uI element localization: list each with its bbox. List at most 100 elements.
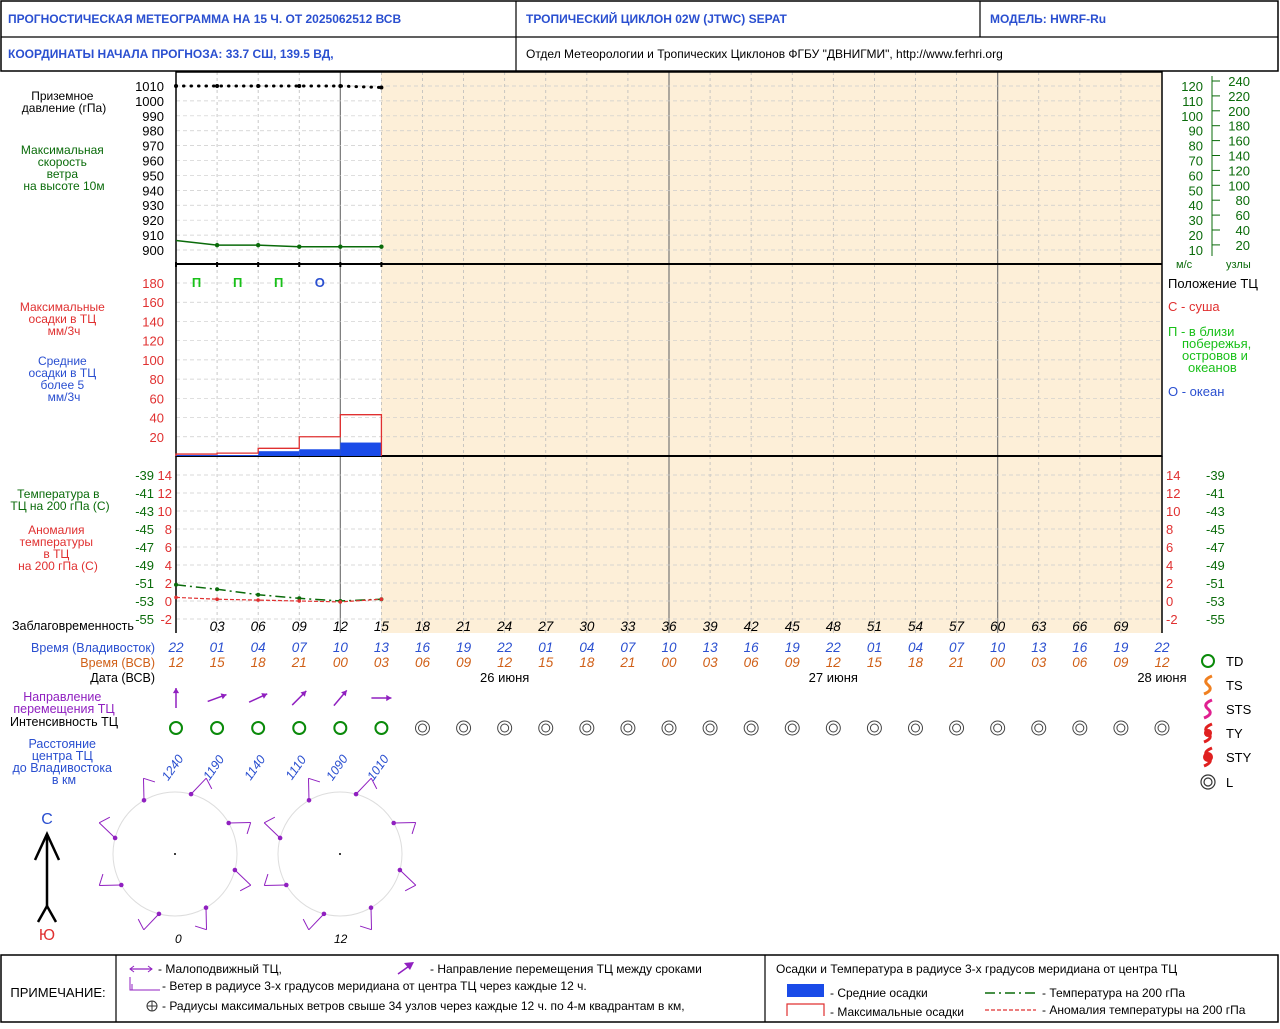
start-coords: КООРДИНАТЫ НАЧАЛА ПРОГНОЗА: 33.7 СШ, 139… (8, 47, 334, 61)
utc-time: 00 (661, 655, 677, 670)
date-value: 28 июня (1137, 670, 1186, 685)
distance-value: 1010 (364, 752, 391, 783)
intensity-td-icon (210, 721, 225, 735)
lead-value: 03 (210, 619, 226, 634)
anom-point (379, 597, 384, 601)
distance-value: 1090 (323, 752, 350, 783)
intensity-legend: TD TS STS TY STY L (1200, 654, 1252, 790)
wind-line (175, 239, 382, 248)
utc-time: 21 (948, 655, 964, 670)
intensity-l-icon (743, 720, 759, 736)
pressure-tick: 910 (142, 228, 164, 243)
data-layer (174, 84, 384, 604)
temp-point (174, 582, 178, 587)
wind-barb-icon (264, 884, 287, 887)
forecast-background (381, 72, 1162, 633)
wind-kt-tick: 160 (1228, 134, 1250, 149)
wind-point (379, 244, 384, 249)
intensity-l-icon (414, 720, 430, 736)
position-legend-ocean: О - океан (1168, 384, 1224, 399)
anom-tick-left: 8 (165, 522, 172, 537)
vlad-time: 13 (1031, 640, 1047, 655)
vlad-time: 16 (415, 640, 431, 655)
pressure-point (256, 84, 261, 88)
temp-tick-left: -39 (135, 468, 154, 483)
vlad-time: 10 (661, 640, 677, 655)
wind-barb-icon (393, 821, 416, 824)
vlad-time: 01 (867, 640, 882, 655)
utc-time: 15 (538, 655, 554, 670)
pressure-tick: 990 (142, 109, 164, 124)
position-code: О (315, 275, 325, 290)
max-precip-swatch-icon (786, 1003, 825, 1016)
anom-tick-right: 4 (1166, 558, 1173, 573)
utc-time: 12 (168, 655, 184, 670)
lead-value: 27 (537, 619, 554, 634)
cyclone-name: ТРОПИЧЕСКИЙ ЦИКЛОН 02W (JTWC) SEPAT (526, 11, 787, 26)
anom-point (215, 597, 219, 601)
pressure-ticks: 10101000990980970960950940930920910900 (135, 79, 164, 258)
wind-kt-tick: 40 (1236, 223, 1250, 238)
wind-kt-tick: 120 (1228, 163, 1250, 178)
wind-barb-icon (228, 821, 251, 824)
lead-label: Заблаговременность (12, 619, 134, 633)
wind-ms-tick: 120 (1181, 79, 1203, 94)
wind-ms-tick: 30 (1189, 213, 1203, 228)
track-rows: 1240 1190 1140 1110 1090 1010 (159, 688, 1170, 783)
legend-ty: TY (1226, 726, 1243, 741)
anom-tick-right: 12 (1166, 486, 1180, 501)
utc-time: 06 (1072, 655, 1088, 670)
pressure-point (174, 84, 178, 88)
lead-value: 15 (374, 619, 390, 634)
temp-tick-left: -47 (135, 540, 154, 555)
wind-barb-icon (205, 907, 208, 930)
precip-tick: 100 (142, 353, 164, 368)
footer-leg-mean: - Средние осадки (830, 986, 928, 1000)
footer-left-legend: - Малоподвижный ТЦ, - Направление переме… (129, 962, 702, 1013)
footer-leg-temp: - Температура на 200 гПа (1042, 986, 1185, 1000)
anom-tick-left: -2 (160, 612, 172, 627)
lead-value: 18 (415, 619, 431, 634)
wind-ms-tick: 10 (1189, 243, 1203, 258)
temp-label: Температура в ТЦ на 200 гПа (С) (10, 487, 109, 513)
date-value: 26 июня (480, 670, 529, 685)
lead-value: 30 (579, 619, 595, 634)
position-code: П (192, 275, 201, 290)
lead-value: 57 (949, 619, 965, 634)
utc-time: 12 (826, 655, 842, 670)
rose-label-0: 0 (175, 932, 182, 946)
lead-value: 48 (826, 619, 842, 634)
precip-tick: 160 (142, 295, 164, 310)
wind-barb-icon (307, 778, 310, 801)
footer-leg-anom: - Аномалия температуры на 200 гПа (1042, 1003, 1246, 1017)
temp-tick-left: -43 (135, 504, 154, 519)
temp-tick-left: -51 (135, 576, 154, 591)
legend-ts: TS (1226, 678, 1243, 693)
precip-tick: 180 (142, 276, 164, 291)
intensity-td-icon (292, 721, 307, 735)
wind-roses (98, 777, 417, 931)
wind-kt-tick: 80 (1236, 193, 1250, 208)
utc-time: 18 (251, 655, 267, 670)
wind-barb-icon (263, 822, 281, 839)
position-code: П (233, 275, 242, 290)
sty-core-icon (1203, 752, 1213, 762)
temp-tick-left: -41 (135, 486, 154, 501)
vlad-time: 22 (825, 640, 842, 655)
vlad-time: 19 (456, 640, 472, 655)
position-legend-land: С - суша (1168, 299, 1220, 314)
utc-time: 03 (1031, 655, 1047, 670)
date-value: 27 июня (809, 670, 858, 685)
model-name: МОДЕЛЬ: HWRF-Ru (990, 12, 1106, 26)
wind-ms-tick: 60 (1189, 168, 1203, 183)
intensity-td-icon (374, 721, 389, 735)
lead-value: 69 (1113, 619, 1129, 634)
legend-sty: STY (1226, 750, 1252, 765)
vlad-time: 01 (210, 640, 225, 655)
lead-value: 63 (1031, 619, 1047, 634)
pressure-tick: 900 (142, 243, 164, 258)
wind-barb-icon (308, 913, 325, 931)
pressure-line (174, 84, 383, 89)
wind-ms-tick: 90 (1189, 124, 1203, 139)
mean-precip-label: Средние осадки в ТЦ более 5 мм/3ч (29, 354, 100, 404)
